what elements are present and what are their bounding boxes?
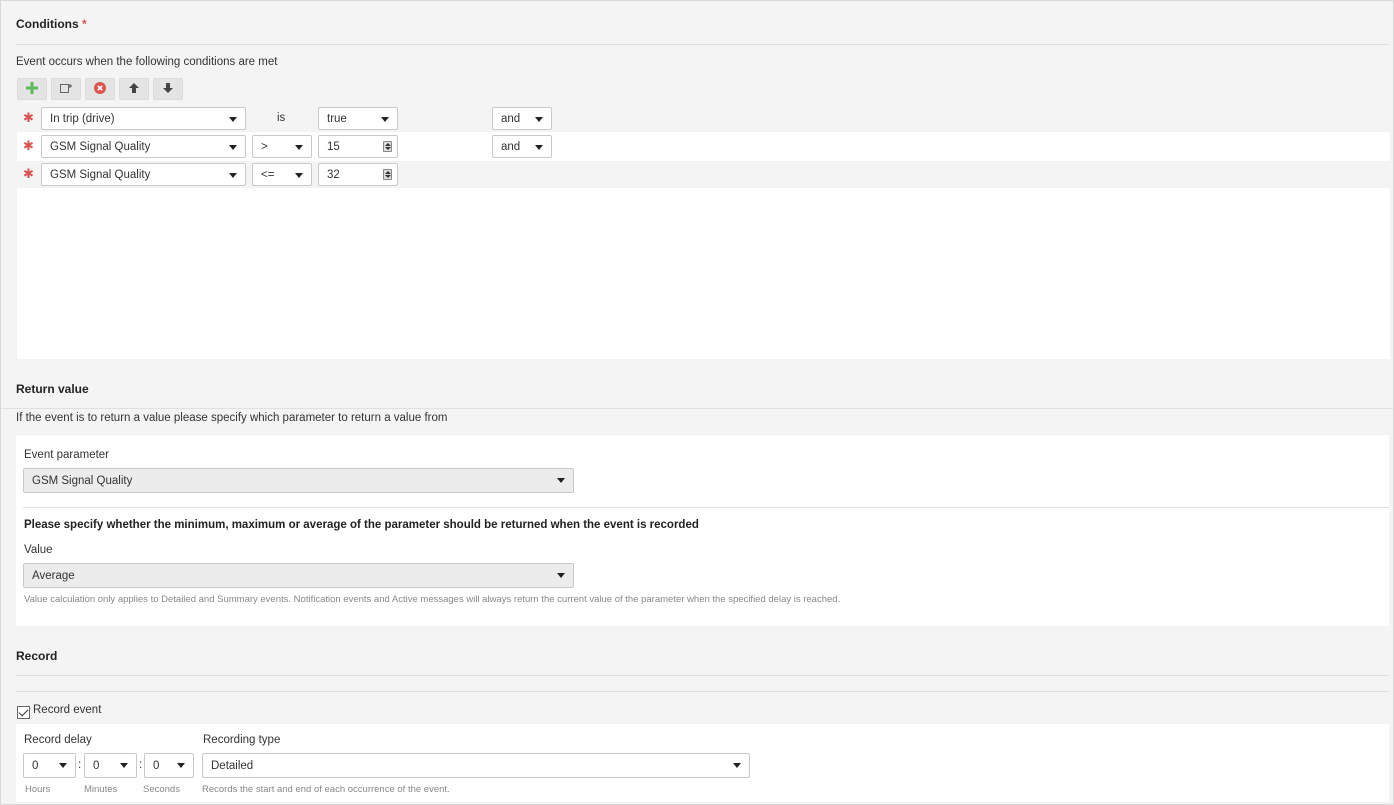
move-up-button[interactable] [119,78,149,100]
seconds-select[interactable]: 0 [144,753,194,778]
operator-select[interactable]: <= [252,163,312,186]
time-separator: : [139,759,143,771]
conditions-toolbar [17,78,183,100]
required-icon: ✱ [23,110,34,125]
conditions-list: ✱ In trip (drive) is true and ✱ GSM Sign… [17,105,1390,359]
record-panel: Record delay 0 : 0 : 0 Hours Minutes Sec… [16,724,1389,802]
operator-select-value: <= [261,168,275,181]
event-editor-page: Conditions * Event occurs when the follo… [0,0,1394,805]
value-note: Value calculation only applies to Detail… [24,594,841,605]
conditions-title-text: Conditions [16,17,79,31]
parameter-select-value: GSM Signal Quality [50,140,151,153]
chevron-down-icon [733,763,741,768]
condition-row: ✱ In trip (drive) is true and [17,105,1390,132]
required-icon: ✱ [23,166,34,181]
recording-type-label: Recording type [203,734,281,746]
move-down-button[interactable] [153,78,183,100]
record-event-label[interactable]: Record event [33,704,101,716]
parameter-select[interactable]: GSM Signal Quality [41,163,246,186]
value-input[interactable]: 32 [318,163,398,186]
recording-type-select[interactable]: Detailed [202,753,750,778]
chevron-down-icon [59,763,67,768]
divider [16,691,1389,692]
join-select[interactable]: and [492,107,552,130]
divider [23,507,1389,508]
divider [16,44,1389,45]
value-input-text: 15 [327,140,340,153]
minutes-value: 0 [93,759,100,772]
join-select-value: and [501,140,521,153]
chevron-down-icon [120,763,128,768]
parameter-select-value: In trip (drive) [50,112,115,125]
divider [16,675,1389,676]
record-title: Record [16,649,58,663]
event-parameter-value: GSM Signal Quality [32,474,133,487]
chevron-down-icon [295,173,303,178]
seconds-value: 0 [153,759,160,772]
value-label: Value [24,544,53,556]
add-group-icon [59,82,73,96]
remove-condition-button[interactable] [85,78,115,100]
hours-select[interactable]: 0 [23,753,76,778]
minutes-label: Minutes [84,784,118,795]
aggregation-select[interactable]: Average [23,563,574,588]
parameter-select-value: GSM Signal Quality [50,168,151,181]
event-parameter-label: Event parameter [24,449,110,461]
return-value-title: Return value [16,382,89,396]
aggregation-select-value: Average [32,569,75,582]
spinner-icon[interactable] [383,169,392,180]
chevron-down-icon [177,763,185,768]
chevron-down-icon [381,117,389,122]
required-mark: * [82,17,87,31]
chevron-down-icon [295,145,303,150]
value-select[interactable]: true [318,107,398,130]
chevron-down-icon [229,117,237,122]
minutes-select[interactable]: 0 [84,753,137,778]
return-value-description: If the event is to return a value please… [16,412,448,424]
add-group-button[interactable] [51,78,81,100]
chevron-down-icon [557,478,565,483]
value-input-text: 32 [327,168,340,181]
spinner-icon[interactable] [383,141,392,152]
plus-icon [26,81,38,97]
required-icon: ✱ [23,138,34,153]
parameter-select[interactable]: In trip (drive) [41,107,246,130]
chevron-down-icon [557,573,565,578]
recording-type-value: Detailed [211,759,254,772]
operator-select-value: > [261,140,268,153]
record-event-checkbox[interactable] [17,706,30,719]
chevron-down-icon [229,173,237,178]
value-select-value: true [327,112,347,125]
record-delay-label: Record delay [24,734,92,746]
seconds-label: Seconds [143,784,180,795]
conditions-title: Conditions * [16,17,87,31]
hours-label: Hours [25,784,51,795]
chevron-down-icon [535,117,543,122]
aggregation-question: Please specify whether the minimum, maxi… [24,519,699,531]
time-separator: : [78,759,82,771]
event-parameter-select[interactable]: GSM Signal Quality [23,468,574,493]
parameter-select[interactable]: GSM Signal Quality [41,135,246,158]
join-select-value: and [501,112,521,125]
condition-row: ✱ GSM Signal Quality <= 32 [17,161,1390,188]
conditions-description: Event occurs when the following conditio… [16,56,278,68]
operator-select[interactable]: > [252,135,312,158]
join-select[interactable]: and [492,135,552,158]
chevron-down-icon [229,145,237,150]
divider [1,408,1393,409]
hours-value: 0 [32,759,39,772]
add-condition-button[interactable] [17,78,47,100]
arrow-down-icon [162,82,174,97]
remove-icon [94,81,106,97]
chevron-down-icon [535,145,543,150]
recording-type-help: Records the start and end of each occurr… [202,784,450,795]
arrow-up-icon [128,82,140,97]
return-value-panel: Event parameter GSM Signal Quality Pleas… [16,435,1389,626]
operator-label: is [277,112,286,124]
value-input[interactable]: 15 [318,135,398,158]
condition-row: ✱ GSM Signal Quality > 15 and [17,133,1390,160]
